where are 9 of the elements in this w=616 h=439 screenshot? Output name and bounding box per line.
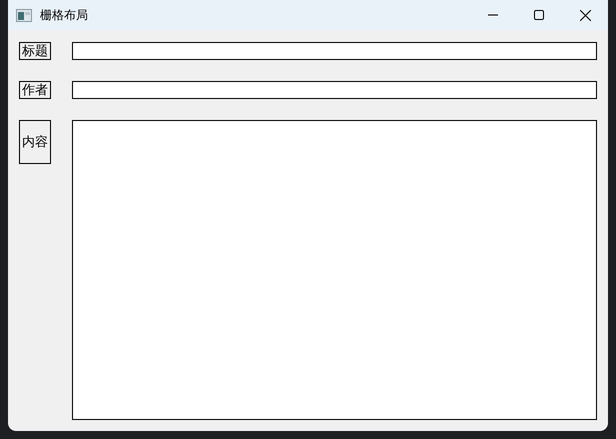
text-field[interactable] <box>72 81 597 99</box>
text-field[interactable] <box>72 42 597 60</box>
field-label: 内容 <box>19 120 51 164</box>
maximize-icon[interactable] <box>534 10 544 20</box>
field-label: 标题 <box>19 42 51 60</box>
field-label: 作者 <box>19 81 51 99</box>
close-icon[interactable] <box>580 10 590 20</box>
window-title: 栅格布局 <box>40 6 88 24</box>
app-icon <box>16 8 32 22</box>
